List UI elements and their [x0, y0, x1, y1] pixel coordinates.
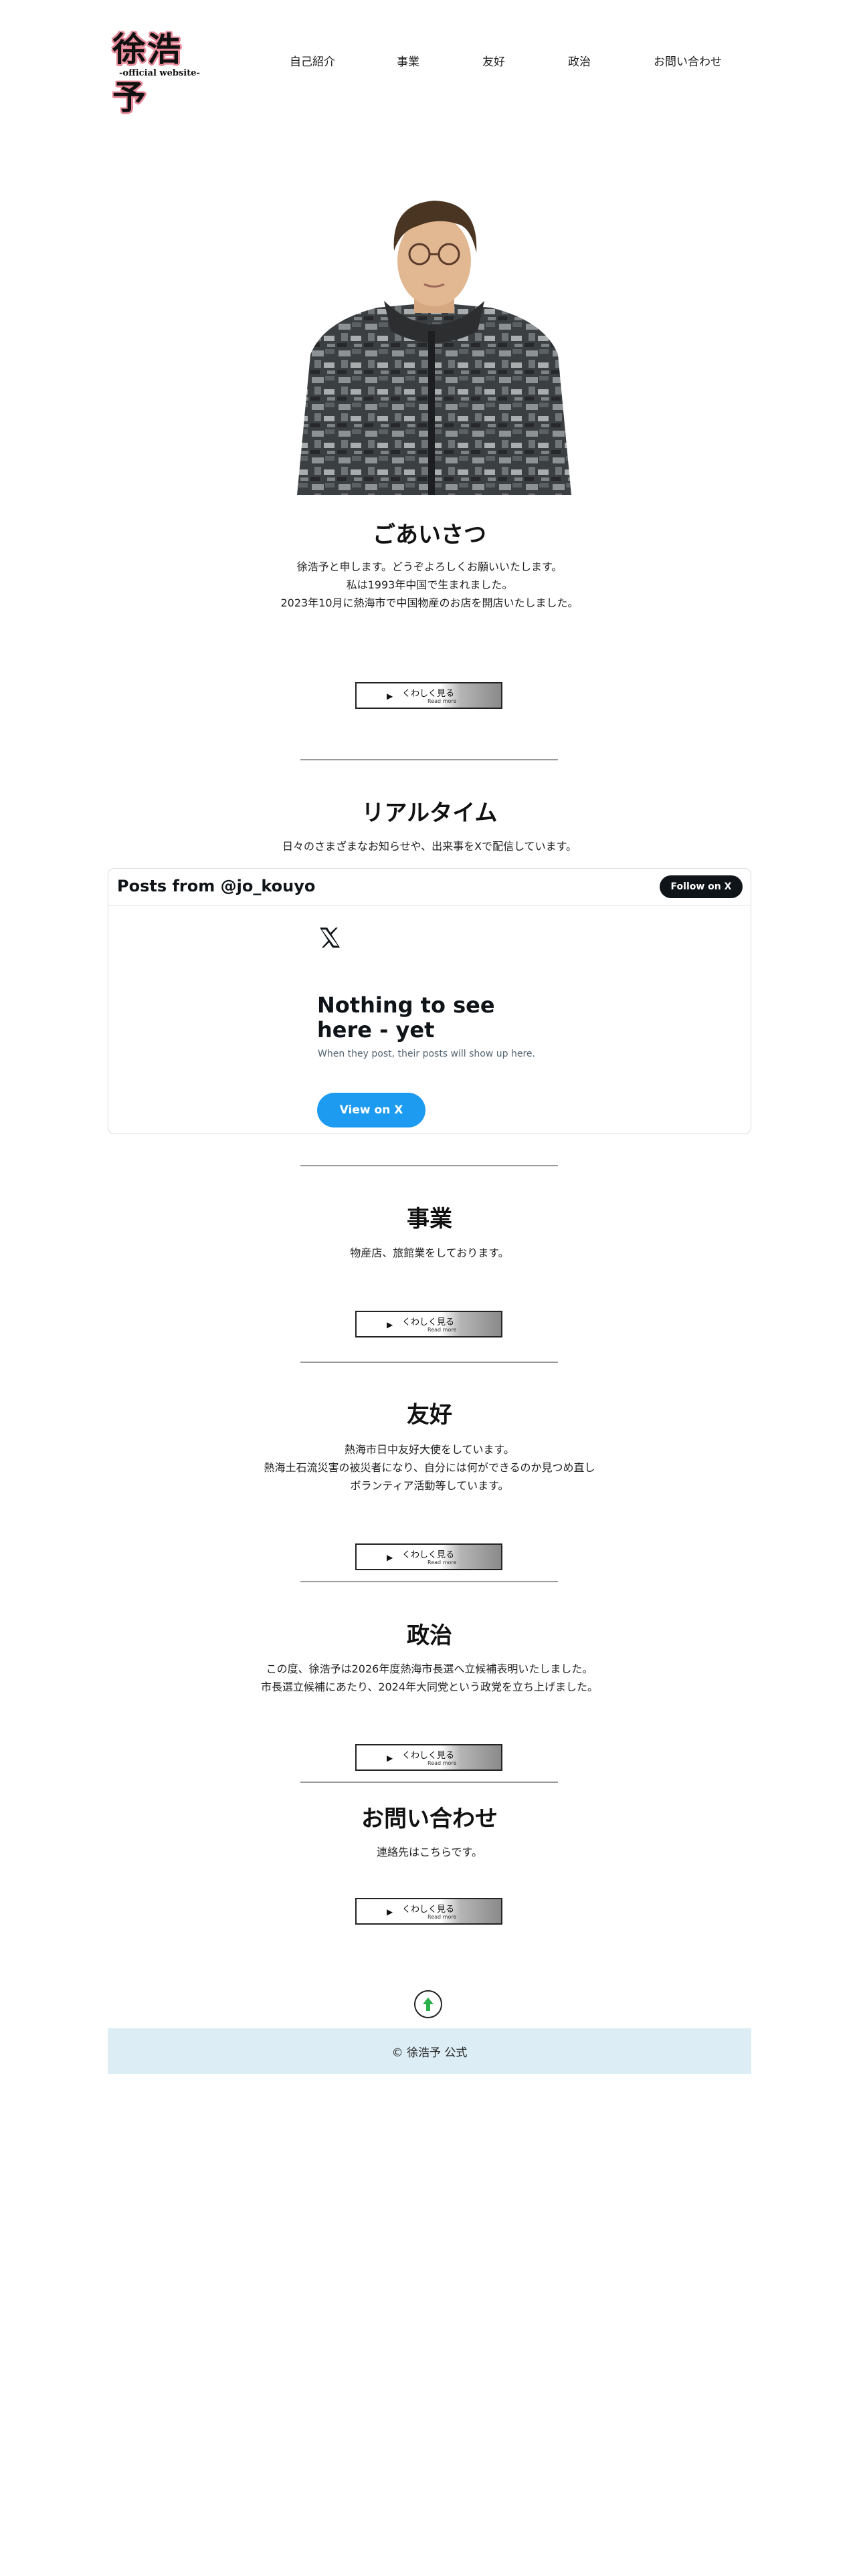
- friendship-text: 熱海市日中友好大使をしています。 熱海土石流災害の被災者になり、自分には何ができ…: [0, 1440, 859, 1495]
- greeting-line: 私は1993年中国で生まれました。: [346, 578, 513, 591]
- section-divider: [300, 1782, 558, 1783]
- greeting-line: 2023年10月に熱海市で中国物産のお店を開店いたしました。: [280, 597, 579, 609]
- read-more-sublabel: Read more: [427, 698, 457, 704]
- portrait-image: [297, 201, 571, 495]
- x-widget-title[interactable]: Posts from @jo_kouyo: [117, 877, 315, 895]
- greeting-line: 徐浩予と申します。どうぞよろしくお願いいたします。: [296, 560, 563, 573]
- greeting-text: 徐浩予と申します。どうぞよろしくお願いいたします。 私は1993年中国で生まれま…: [0, 558, 859, 612]
- contact-line: 連絡先はこちらです。: [377, 1846, 482, 1858]
- back-to-top-button[interactable]: [414, 1990, 442, 2018]
- friendship-line: 熱海土石流災害の被災者になり、自分には何ができるのか見つめ直し: [264, 1461, 595, 1474]
- read-more-label: くわしく見る: [402, 1550, 455, 1560]
- read-more-sublabel: Read more: [427, 1327, 457, 1333]
- realtime-title: リアルタイム: [361, 800, 498, 827]
- main-nav: 自己紹介 事業 友好 政治 お問い合わせ: [0, 52, 859, 72]
- nav-item-contact[interactable]: お問い合わせ: [654, 52, 722, 69]
- friendship-line: 熱海市日中友好大使をしています。: [345, 1443, 514, 1456]
- section-divider: [300, 1362, 558, 1363]
- read-more-label: くわしく見る: [402, 689, 455, 699]
- x-widget-header: Posts from @jo_kouyo Follow on X: [108, 869, 751, 905]
- business-read-more-button[interactable]: ▶ くわしく見る Read more: [355, 1311, 502, 1337]
- contact-read-more-button[interactable]: ▶ くわしく見る Read more: [355, 1898, 502, 1925]
- friendship-line: ボランティア活動等しています。: [350, 1479, 509, 1492]
- x-timeline-widget: Posts from @jo_kouyo Follow on X Nothing…: [108, 868, 751, 1134]
- read-more-label: くわしく見る: [402, 1751, 455, 1761]
- nav-item-profile[interactable]: 自己紹介: [290, 52, 335, 69]
- business-title: 事業: [407, 1206, 452, 1232]
- play-arrow-icon: ▶: [387, 1553, 393, 1562]
- contact-title: お問い合わせ: [361, 1806, 498, 1832]
- section-divider: [300, 1581, 558, 1582]
- read-more-label: くわしく見る: [402, 1905, 455, 1915]
- politics-line: この度、徐浩予は2026年度熱海市長選へ立候補表明いたしました。: [266, 1662, 593, 1675]
- x-empty-title: Nothing to see here - yet: [317, 992, 495, 1043]
- contact-text: 連絡先はこちらです。: [0, 1843, 859, 1861]
- nav-item-politics[interactable]: 政治: [568, 52, 591, 69]
- politics-read-more-button[interactable]: ▶ くわしく見る Read more: [355, 1744, 502, 1771]
- nav-item-business[interactable]: 事業: [397, 52, 419, 69]
- copyright-text: © 徐浩予 公式: [391, 2046, 468, 2060]
- read-more-sublabel: Read more: [427, 1914, 457, 1920]
- x-empty-subtitle: When they post, their posts will show up…: [318, 1049, 535, 1059]
- read-more-sublabel: Read more: [427, 1560, 457, 1566]
- view-on-x-button[interactable]: View on X: [317, 1093, 425, 1128]
- section-divider: [300, 1165, 558, 1166]
- friendship-read-more-button[interactable]: ▶ くわしく見る Read more: [355, 1543, 502, 1570]
- play-arrow-icon: ▶: [387, 1753, 393, 1763]
- friendship-title: 友好: [407, 1402, 452, 1428]
- read-more-label: くわしく見る: [402, 1317, 455, 1327]
- politics-title: 政治: [407, 1622, 452, 1649]
- x-logo-icon: [320, 928, 340, 948]
- greeting-read-more-button[interactable]: ▶ くわしく見る Read more: [355, 682, 502, 709]
- site-header: 徐浩予 -official website- 自己紹介 事業 友好 政治 お問い…: [0, 0, 859, 127]
- play-arrow-icon: ▶: [387, 1320, 393, 1329]
- site-footer: © 徐浩予 公式: [108, 2028, 751, 2074]
- greeting-title: ごあいさつ: [373, 522, 486, 548]
- business-text: 物産店、旅館業をしております。: [0, 1244, 859, 1262]
- follow-on-x-button[interactable]: Follow on X: [660, 875, 743, 898]
- business-line: 物産店、旅館業をしております。: [350, 1247, 509, 1259]
- up-arrow-icon: [423, 1998, 434, 2011]
- nav-item-friendship[interactable]: 友好: [482, 52, 505, 69]
- politics-line: 市長選立候補にあたり、2024年大同党という政党を立ち上げました。: [260, 1681, 599, 1693]
- section-divider: [300, 759, 558, 760]
- read-more-sublabel: Read more: [427, 1760, 457, 1766]
- realtime-line: 日々のさまざまなお知らせや、出来事をXで配信しています。: [282, 840, 577, 853]
- play-arrow-icon: ▶: [387, 1907, 393, 1917]
- politics-text: この度、徐浩予は2026年度熱海市長選へ立候補表明いたしました。 市長選立候補に…: [0, 1660, 859, 1696]
- play-arrow-icon: ▶: [387, 691, 393, 701]
- realtime-text: 日々のさまざまなお知らせや、出来事をXで配信しています。: [0, 837, 859, 855]
